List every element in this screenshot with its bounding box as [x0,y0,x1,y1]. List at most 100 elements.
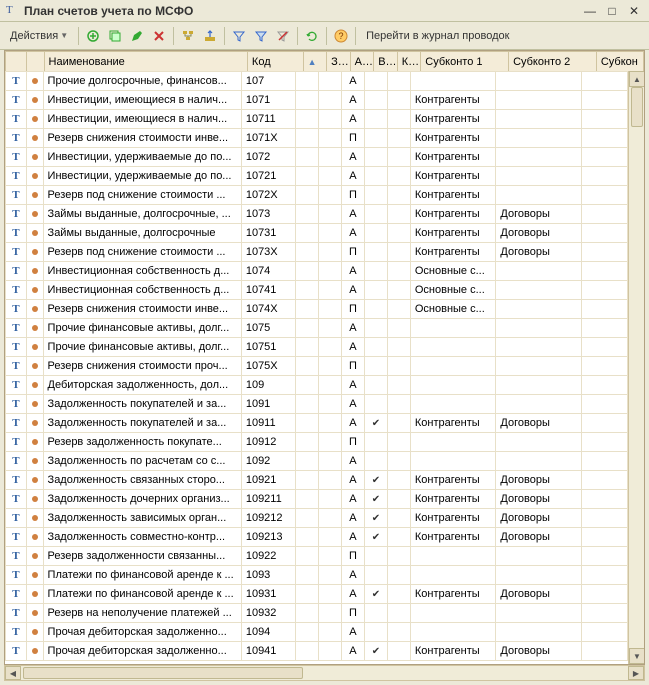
col-sub2-header[interactable]: Субконто 2 [509,52,597,72]
col-name-header[interactable]: Наименование [44,52,247,72]
table-row[interactable]: TРезерв снижения стоимости проч...1075XП [6,357,628,376]
vertical-scrollbar[interactable]: ▲ ▼ [628,71,644,664]
table-row[interactable]: TПлатежи по финансовой аренде к ...1093А [6,566,628,585]
cell-name: Прочие финансовые активы, долг... [43,319,241,338]
table-row[interactable]: TПрочая дебиторская задолженно...10941А✔… [6,642,628,661]
table-row[interactable]: TЗадолженность связанных сторо...10921А✔… [6,471,628,490]
cell-sub2 [496,395,582,414]
table-row[interactable]: TРезерв под снижение стоимости ...1073XП… [6,243,628,262]
table-row[interactable]: TРезерв на неполучение платежей ...10932… [6,604,628,623]
table-row[interactable]: TДебиторская задолженность, дол...109А [6,376,628,395]
cell-type: П [342,129,365,148]
minimize-button[interactable]: — [581,3,599,19]
table-row[interactable]: TИнвестиции, удерживаемые до по...10721А… [6,167,628,186]
table-row[interactable]: TЗадолженность совместно-контр...109213А… [6,528,628,547]
table-row[interactable]: TПрочие финансовые активы, долг...10751А [6,338,628,357]
scroll-up-button[interactable]: ▲ [629,71,644,87]
account-icon: T [12,379,19,391]
horizontal-scrollbar[interactable]: ◀ ▶ [4,665,645,681]
help-button[interactable]: ? [331,26,351,46]
cell-name: Задолженность зависимых орган... [43,509,241,528]
app-icon: T [6,4,20,18]
cell-check [364,319,387,338]
table-row[interactable]: TРезерв под снижение стоимости ...1072XП… [6,186,628,205]
col-k-header[interactable]: К... [397,52,421,72]
account-icon: T [12,284,19,296]
table-row[interactable]: TПрочие долгосрочные, финансов...107А [6,72,628,91]
close-button[interactable]: ✕ [625,3,643,19]
filter2-button[interactable] [251,26,271,46]
marker-dot-icon [32,401,38,407]
cell-sub1 [410,338,496,357]
table-row[interactable]: TИнвестиционная собственность д...10741А… [6,281,628,300]
table-row[interactable]: TРезерв снижения стоимости инве...1071XП… [6,129,628,148]
col-z-header[interactable]: З... [327,52,351,72]
table-row[interactable]: TЗадолженность дочерних организ...109211… [6,490,628,509]
table-row[interactable]: TПлатежи по финансовой аренде к ...10931… [6,585,628,604]
refresh-button[interactable] [302,26,322,46]
table-row[interactable]: TЗаймы выданные, долгосрочные, ...1073АК… [6,205,628,224]
table-row[interactable]: TРезерв снижения стоимости инве...1074XП… [6,300,628,319]
col-sub3-header[interactable]: Субкон [596,52,643,72]
table-row[interactable]: TЗадолженность по расчетам со с...1092А [6,452,628,471]
actions-menu[interactable]: Действия ▼ [4,28,74,44]
table-row[interactable]: TИнвестиционная собственность д...1074АО… [6,262,628,281]
col-sort-header[interactable]: ▲ [303,52,327,72]
delete-button[interactable] [149,26,169,46]
col-sub1-header[interactable]: Субконто 1 [421,52,509,72]
cell-name: Платежи по финансовой аренде к ... [43,566,241,585]
account-icon: T [12,322,19,334]
cell-sub1 [410,357,496,376]
col-marker-header[interactable] [27,52,44,72]
table-row[interactable]: TЗадолженность покупателей и за...10911А… [6,414,628,433]
cell-check [364,243,387,262]
edit-button[interactable] [127,26,147,46]
maximize-button[interactable]: □ [603,3,621,19]
filter1-button[interactable] [229,26,249,46]
cell-check [364,395,387,414]
cell-type: А [342,585,365,604]
cell-code: 1073 [241,205,295,224]
col-v-header[interactable]: В... [374,52,398,72]
scroll-left-button[interactable]: ◀ [5,666,21,680]
cell-check: ✔ [364,490,387,509]
cell-sub2 [496,262,582,281]
cell-type: А [342,148,365,167]
table-row[interactable]: TРезерв задолженность покупате...10912П [6,433,628,452]
table-row[interactable]: TПрочие финансовые активы, долг...1075А [6,319,628,338]
cell-sub1: Контрагенты [410,110,496,129]
table-row[interactable]: TИнвестиции, удерживаемые до по...1072АК… [6,148,628,167]
table-row[interactable]: TПрочая дебиторская задолженно...1094А [6,623,628,642]
scroll-right-button[interactable]: ▶ [628,666,644,680]
col-a-header[interactable]: А... [350,52,374,72]
add-button[interactable] [83,26,103,46]
move-button[interactable] [200,26,220,46]
col-icon-header[interactable] [6,52,27,72]
table-row[interactable]: TЗадолженность зависимых орган...109212А… [6,509,628,528]
col-code-header[interactable]: Код [247,52,303,72]
filter-off-button[interactable] [273,26,293,46]
table-row[interactable]: TРезерв задолженности связанны...10922П [6,547,628,566]
table-row[interactable]: TЗаймы выданные, долгосрочные10731АКонтр… [6,224,628,243]
scroll-down-button[interactable]: ▼ [629,648,644,664]
actions-label: Действия [10,30,58,42]
marker-dot-icon [32,363,38,369]
table-row[interactable]: TИнвестиции, имеющиеся в налич...10711АК… [6,110,628,129]
marker-dot-icon [32,553,38,559]
scroll-thumb[interactable] [631,87,643,127]
journal-link[interactable]: Перейти в журнал проводок [360,28,515,44]
cell-code: 1071 [241,91,295,110]
hscroll-thumb[interactable] [23,667,303,679]
copy-button[interactable] [105,26,125,46]
hierarchy-button[interactable] [178,26,198,46]
cell-code: 1092 [241,452,295,471]
cell-sub2 [496,148,582,167]
accounts-grid[interactable]: Наименование Код ▲ З... А... В... К... С… [5,51,644,664]
table-row[interactable]: TИнвестиции, имеющиеся в налич...1071АКо… [6,91,628,110]
cell-type: А [342,623,365,642]
table-row[interactable]: TЗадолженность покупателей и за...1091А [6,395,628,414]
marker-dot-icon [32,173,38,179]
cell-name: Резерв под снижение стоимости ... [43,186,241,205]
grid-body[interactable]: TПрочие долгосрочные, финансов...107АTИн… [5,71,628,664]
account-icon: T [12,512,19,524]
